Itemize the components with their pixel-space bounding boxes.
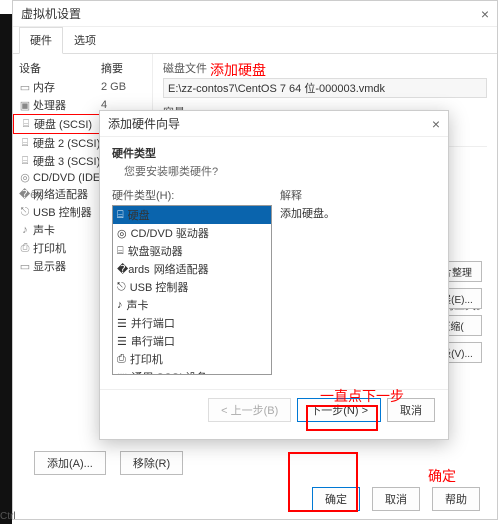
- device-name: 硬盘 (SCSI): [34, 116, 102, 132]
- device-icon: ⎙: [19, 242, 31, 255]
- device-name: 显示器: [33, 258, 101, 274]
- hw-name: 并行端口: [131, 315, 175, 331]
- back-button: < 上一步(B): [208, 398, 291, 422]
- tab-options[interactable]: 选项: [63, 27, 107, 53]
- hw-item[interactable]: ♪ 声卡: [113, 296, 271, 314]
- wizard-title: 添加硬件向导: [108, 115, 180, 132]
- hw-name: 网络适配器: [154, 261, 209, 277]
- disk-file-label: 磁盘文件: [163, 60, 487, 76]
- device-icon: ⎋: [19, 206, 31, 219]
- hw-name: 串行端口: [131, 333, 175, 349]
- cancel-button[interactable]: 取消: [372, 487, 420, 511]
- add-button[interactable]: 添加(A)...: [34, 451, 106, 475]
- tab-hardware[interactable]: 硬件: [19, 27, 63, 54]
- wizard-heading: 硬件类型: [112, 145, 436, 161]
- device-name: 打印机: [33, 240, 101, 256]
- titlebar: 虚拟机设置 ×: [13, 1, 497, 27]
- hw-item[interactable]: ⎙ 打印机: [113, 350, 271, 368]
- device-name: USB 控制器: [33, 204, 101, 220]
- hw-icon: ☰: [117, 335, 127, 348]
- hardware-type-label: 硬件类型(H):: [112, 187, 272, 203]
- remove-button[interactable]: 移除(R): [120, 451, 183, 475]
- hw-item[interactable]: ⎋ USB 控制器: [113, 278, 271, 296]
- desc-label: 解释: [280, 187, 436, 203]
- hw-name: 通用 SCSI 设备: [131, 369, 207, 375]
- hw-icon: ⎙: [117, 353, 126, 366]
- hardware-type-list[interactable]: ⌸ 硬盘◎ CD/DVD 驱动器 ⌸ 软盘驱动器 �ards 网络适配器 ⎋ USB 控制器 ♪ 声…: [112, 205, 272, 375]
- hw-name: CD/DVD 驱动器: [131, 225, 209, 241]
- device-row[interactable]: ▭内存2 GB: [13, 78, 152, 96]
- device-name: 硬盘 3 (SCSI): [33, 153, 101, 169]
- device-icon: ▭: [19, 260, 31, 273]
- hw-item[interactable]: ☰ 并行端口: [113, 314, 271, 332]
- ok-button[interactable]: 确定: [312, 487, 360, 511]
- col-device: 设备: [19, 60, 101, 76]
- device-icon: ▣: [19, 99, 31, 112]
- status-text: Ctrl: [0, 511, 16, 522]
- hw-item[interactable]: ☰ 串行端口: [113, 332, 271, 350]
- device-name: 处理器: [33, 97, 101, 113]
- hw-name: USB 控制器: [130, 279, 189, 295]
- hw-name: 打印机: [130, 351, 163, 367]
- hw-item[interactable]: ⌸ 硬盘: [113, 206, 271, 224]
- device-name: 网络适配器: [33, 186, 101, 202]
- hw-icon: ⌸: [117, 245, 124, 258]
- hw-name: 软盘驱动器: [128, 243, 183, 259]
- device-name: 声卡: [33, 222, 101, 238]
- add-hardware-wizard: 添加硬件向导 × 硬件类型 您要安装哪类硬件? 硬件类型(H): ⌸ 硬盘◎ CD/…: [99, 110, 449, 440]
- device-icon: ⌸: [19, 155, 31, 168]
- device-icon: ◎: [19, 171, 31, 184]
- device-name: 内存: [33, 79, 101, 95]
- device-name: CD/DVD (IDE: [33, 172, 101, 184]
- disk-file-field[interactable]: [163, 78, 487, 98]
- device-icon: ▭: [19, 81, 31, 94]
- hw-icon: �ards: [117, 263, 150, 276]
- hw-item[interactable]: �ards 网络适配器: [113, 260, 271, 278]
- col-summary: 摘要: [101, 60, 123, 76]
- wizard-cancel-button[interactable]: 取消: [387, 398, 435, 422]
- hw-icon: ☰: [117, 317, 127, 330]
- hw-item[interactable]: ⬚ 通用 SCSI 设备: [113, 368, 271, 375]
- hw-item[interactable]: ◎ CD/DVD 驱动器: [113, 224, 271, 242]
- hw-item[interactable]: ⌸ 软盘驱动器: [113, 242, 271, 260]
- hw-icon: ⬚: [117, 371, 127, 376]
- wizard-question: 您要安装哪类硬件?: [124, 163, 436, 179]
- window-title: 虚拟机设置: [21, 5, 81, 22]
- help-button[interactable]: 帮助: [432, 487, 480, 511]
- device-name: 硬盘 2 (SCSI): [33, 135, 101, 151]
- tabs: 硬件 选项: [13, 27, 497, 54]
- hw-icon: ♪: [117, 299, 123, 311]
- hw-icon: ◎: [117, 227, 127, 240]
- close-icon[interactable]: ×: [481, 6, 489, 22]
- hw-icon: ⌸: [117, 209, 124, 222]
- device-value: 2 GB: [101, 81, 126, 93]
- window-edge: [0, 14, 12, 524]
- desc-text: 添加硬盘。: [280, 205, 436, 221]
- hw-name: 声卡: [127, 297, 149, 313]
- device-icon: �êχ: [19, 188, 31, 201]
- device-icon: ⌸: [20, 118, 32, 131]
- next-button[interactable]: 下一步(N) >: [297, 398, 381, 422]
- device-icon: ♪: [19, 224, 31, 236]
- wizard-close-icon[interactable]: ×: [432, 116, 440, 132]
- device-icon: ⌸: [19, 137, 31, 150]
- hw-icon: ⎋: [117, 281, 126, 294]
- hw-name: 硬盘: [128, 207, 150, 223]
